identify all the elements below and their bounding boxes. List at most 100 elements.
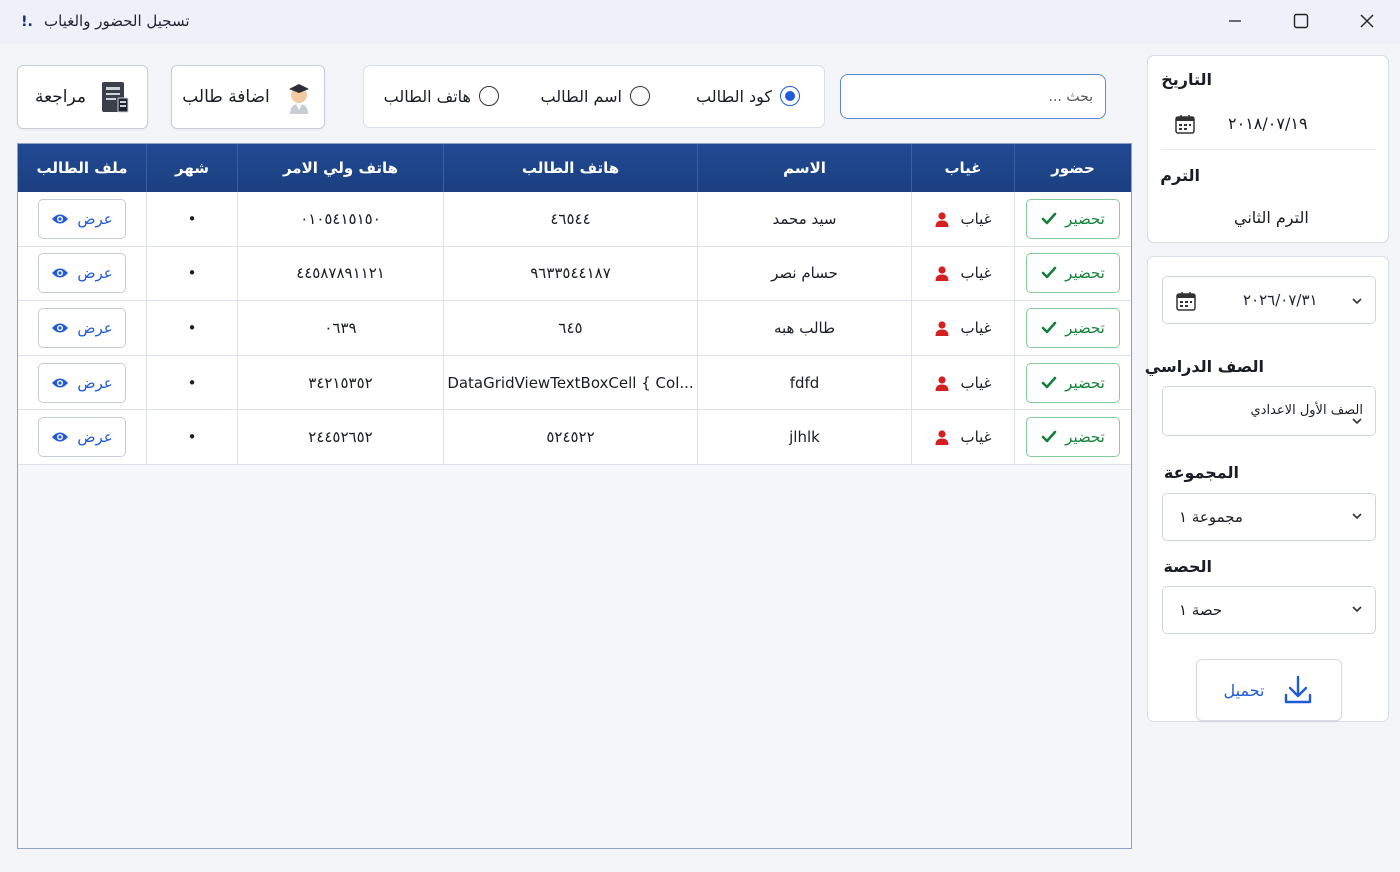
review-button-label: مراجعة (34, 87, 87, 107)
cell-absence: غياب (911, 355, 1014, 410)
mark-absent-button[interactable]: غياب (934, 209, 992, 228)
app-window: !. تسجيل الحضور والغياب مراجعة اضافة طال… (0, 0, 1400, 872)
group-label: المجموعة (1163, 463, 1239, 482)
mark-present-button[interactable]: تحضير (1026, 253, 1120, 294)
grid-header: ملف الطالب شهر هاتف ولي الامر هاتف الطال… (18, 144, 1131, 192)
search-mode-group: كود الطالب اسم الطالب هاتف الطالب (363, 65, 825, 128)
app-logo-glyph: !. (21, 14, 33, 30)
add-student-button[interactable]: اضافة طالب (171, 65, 325, 129)
radio-student-name[interactable]: اسم الطالب (541, 86, 650, 106)
radio-student-phone[interactable]: هاتف الطالب (384, 86, 499, 106)
term-value: الترم الثاني (1234, 208, 1309, 227)
search-input[interactable] (840, 74, 1106, 119)
table-row[interactable]: عرض • ٤٤٥٨٧٨٩١١٢١ ٩٦٣٣٥٤٤١٨٧ حسام نصر غياب تحض… (18, 246, 1131, 302)
cell-month: • (146, 246, 237, 301)
cell-parent-phone: ٢٤٤٥٢٦٥٢ (237, 410, 443, 464)
radio-student-code-circle (780, 86, 800, 106)
cell-file: عرض (18, 356, 146, 410)
mark-absent-button[interactable]: غياب (934, 318, 992, 337)
review-button[interactable]: مراجعة (17, 65, 148, 129)
cell-student-phone: ٤٦٥٤٤ (443, 192, 697, 246)
radio-student-code[interactable]: كود الطالب (696, 86, 800, 106)
cell-name: fdfd (697, 355, 911, 410)
load-button[interactable]: تحميل (1196, 659, 1342, 721)
cell-month: • (146, 410, 237, 464)
view-student-button[interactable]: عرض (38, 253, 126, 294)
view-student-button[interactable]: عرض (38, 198, 126, 239)
chevron-down-icon (1352, 606, 1362, 613)
filters-card (1147, 256, 1389, 722)
cell-name: jlhlk (697, 410, 911, 464)
students-grid: ملف الطالب شهر هاتف ولي الامر هاتف الطال… (17, 143, 1132, 849)
column-header-parent-phone[interactable]: هاتف ولي الامر (237, 144, 443, 192)
session-label: الحصة (1163, 557, 1213, 576)
column-header-file[interactable]: ملف الطالب (18, 144, 146, 192)
view-student-button[interactable]: عرض (38, 417, 126, 458)
table-row[interactable]: عرض • ٠١٠٥٤١٥١٥٠ ٤٦٥٤٤ سيد محمد غياب تحضير (18, 192, 1131, 247)
table-row[interactable]: عرض • ٠٦٣٩ ٦٤٥ طالب هبه غياب تحضير (18, 301, 1131, 356)
user-icon (935, 266, 949, 282)
session-dropdown[interactable]: حصة ١ (1162, 586, 1376, 634)
cell-absence: غياب (911, 410, 1014, 464)
calendar-icon (1176, 292, 1196, 311)
column-header-attendance[interactable]: حضور (1014, 144, 1131, 192)
present-label: تحضير (1065, 209, 1105, 228)
radio-student-name-circle (630, 86, 650, 106)
mark-absent-button[interactable]: غياب (934, 264, 992, 282)
eye-icon (52, 323, 69, 333)
absent-label: غياب (960, 209, 992, 228)
table-row[interactable]: عرض • ٣٤٢١٥٣٥٢ DataGridViewTextBoxCell { Co… (18, 355, 1131, 411)
absent-label: غياب (960, 318, 992, 337)
cell-file: عرض (18, 192, 146, 246)
divider (1162, 149, 1376, 150)
column-header-month[interactable]: شهر (146, 144, 237, 192)
mark-absent-button[interactable]: غياب (934, 374, 992, 392)
mark-present-button[interactable]: تحضير (1026, 198, 1120, 239)
add-student-button-label: اضافة طالب (182, 87, 270, 107)
eye-icon (52, 378, 69, 388)
cell-month: • (146, 355, 237, 410)
column-header-student-phone[interactable]: هاتف الطالب (443, 144, 697, 192)
group-dropdown[interactable]: مجموعة ١ (1162, 493, 1376, 541)
close-icon (1360, 14, 1374, 28)
chevron-down-icon (1352, 298, 1362, 305)
cell-file: عرض (18, 247, 146, 301)
cell-month: • (146, 301, 237, 355)
load-button-label: تحميل (1223, 680, 1265, 700)
mark-present-button[interactable]: تحضير (1026, 307, 1120, 348)
view-label: عرض (77, 318, 113, 337)
table-row[interactable]: عرض • ٢٤٤٥٢٦٥٢ ٥٢٤٥٢٢ jlhlk غياب تحضير (18, 410, 1131, 465)
cell-absence: غياب (911, 246, 1014, 301)
user-icon (935, 212, 949, 227)
mark-present-button[interactable]: تحضير (1026, 417, 1120, 458)
cell-attendance: تحضير (1014, 246, 1131, 301)
chevron-down-icon (1352, 418, 1362, 425)
checkmark-icon (1041, 267, 1057, 279)
calendar-icon (1175, 115, 1195, 134)
close-button[interactable] (1344, 6, 1390, 36)
cell-attendance: تحضير (1014, 192, 1131, 246)
checkmark-icon (1041, 212, 1057, 225)
mark-absent-button[interactable]: غياب (934, 428, 992, 447)
mark-present-button[interactable]: تحضير (1026, 362, 1120, 403)
view-student-button[interactable]: عرض (38, 362, 126, 403)
download-icon (1285, 675, 1312, 704)
maximize-button[interactable] (1278, 6, 1324, 36)
cell-student-phone: DataGridViewTextBoxCell { Col... (443, 355, 697, 410)
date-picker[interactable]: ٢٠٢٦/٠٧/٣١ (1162, 276, 1376, 324)
view-student-button[interactable]: عرض (38, 307, 126, 348)
term-label: الترم (1160, 166, 1200, 185)
student-avatar-icon (288, 84, 309, 114)
minimize-button[interactable] (1212, 6, 1258, 36)
checkmark-icon (1041, 430, 1057, 443)
app-logo-icon: !. (18, 12, 36, 32)
absent-label: غياب (960, 428, 992, 447)
column-header-absence[interactable]: غياب (911, 144, 1014, 192)
cell-student-phone: ٦٤٥ (443, 301, 697, 355)
view-label: عرض (77, 209, 113, 228)
minimize-icon (1229, 20, 1241, 22)
column-header-name[interactable]: الاسم (697, 144, 911, 192)
checkmark-icon (1041, 321, 1057, 334)
grade-dropdown[interactable]: الصف الأول الاعدادي (1162, 386, 1376, 436)
view-label: عرض (77, 373, 113, 392)
